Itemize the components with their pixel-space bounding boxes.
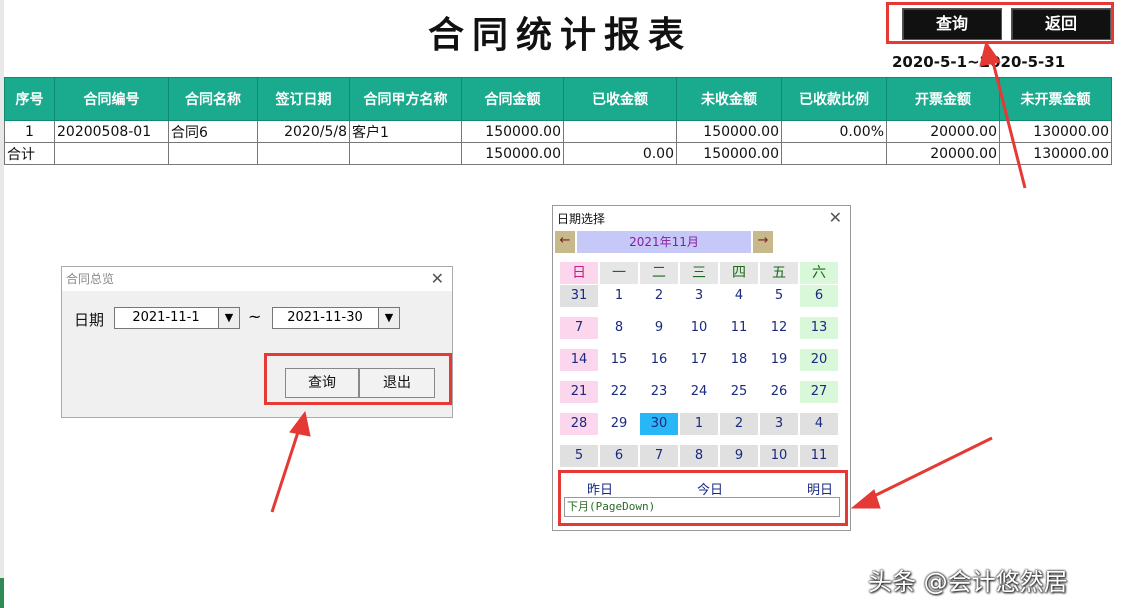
arrow-to-dialog-buttons (270, 425, 302, 513)
arrow-to-quick-select (865, 436, 993, 502)
annotation-arrows (270, 40, 1027, 513)
arrow-head (850, 489, 881, 509)
arrow-to-top-buttons (990, 57, 1027, 189)
arrow-head (979, 40, 1001, 67)
arrow-head (289, 410, 311, 437)
watermark: 头条 @会计悠然居 (868, 568, 1068, 596)
